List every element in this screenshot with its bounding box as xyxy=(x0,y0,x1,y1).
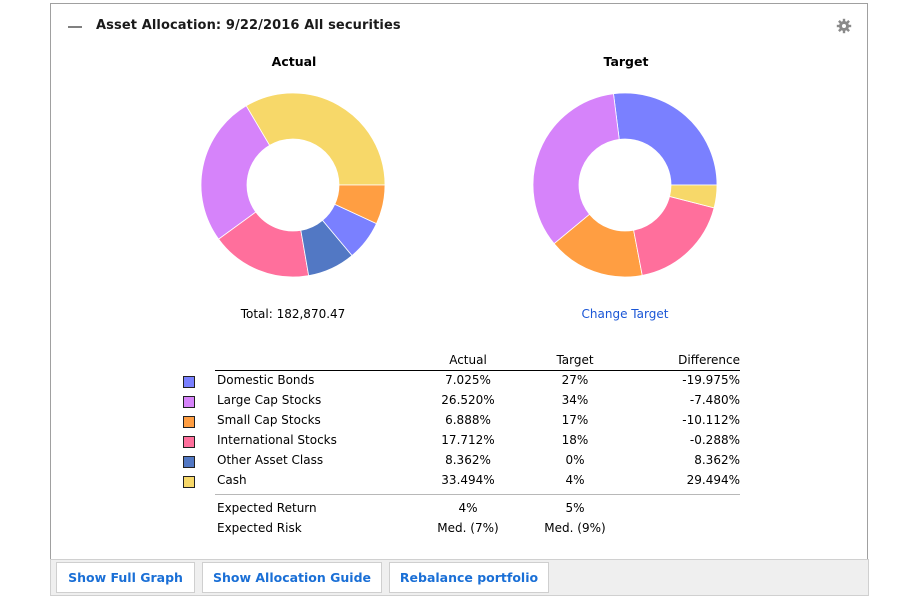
header-divider xyxy=(215,370,740,371)
donut-slice-international-stocks[interactable] xyxy=(633,195,715,276)
legend-swatch xyxy=(183,476,195,488)
change-target-link[interactable]: Change Target xyxy=(555,307,695,321)
summary-label: Expected Return xyxy=(217,501,317,515)
target-value: 18% xyxy=(561,433,589,447)
asset-class-name: Large Cap Stocks xyxy=(217,393,322,407)
actual-value: 8.362% xyxy=(445,453,491,467)
total-value: Total: 182,870.47 xyxy=(240,307,346,321)
legend-swatch xyxy=(183,376,195,388)
target-value: 27% xyxy=(561,373,589,387)
column-header-difference: Difference xyxy=(678,353,740,367)
show-full-graph-button[interactable]: Show Full Graph xyxy=(56,562,195,593)
gear-icon[interactable] xyxy=(836,18,852,34)
summary-actual: Med. (7%) xyxy=(437,521,499,535)
show-allocation-guide-button[interactable]: Show Allocation Guide xyxy=(202,562,382,593)
actual-value: 17.712% xyxy=(441,433,495,447)
allocation-row: Large Cap Stocks 26.520% 34% -7.480% xyxy=(0,392,920,412)
difference-value: -10.112% xyxy=(682,413,740,427)
asset-class-name: Other Asset Class xyxy=(217,453,324,467)
donut-slice-large-cap-stocks[interactable] xyxy=(532,93,620,245)
collapse-icon[interactable] xyxy=(68,26,82,28)
actual-value: 33.494% xyxy=(441,473,495,487)
asset-class-name: International Stocks xyxy=(217,433,337,447)
summary-row: Expected Return 4% 5% xyxy=(0,500,920,520)
asset-class-name: Small Cap Stocks xyxy=(217,413,321,427)
target-donut-chart xyxy=(532,92,718,278)
rebalance-portfolio-button[interactable]: Rebalance portfolio xyxy=(389,562,549,593)
actual-chart-title: Actual xyxy=(271,54,317,69)
summary-divider xyxy=(215,494,740,495)
column-header-actual: Actual xyxy=(449,353,487,367)
asset-class-name: Domestic Bonds xyxy=(217,373,315,387)
allocation-row: Cash 33.494% 4% 29.494% xyxy=(0,472,920,492)
summary-label: Expected Risk xyxy=(217,521,302,535)
legend-swatch xyxy=(183,416,195,428)
target-chart-title: Target xyxy=(603,54,649,69)
actual-donut-chart xyxy=(200,92,386,278)
target-value: 34% xyxy=(561,393,589,407)
panel-title: Asset Allocation: 9/22/2016 All securiti… xyxy=(96,18,401,33)
difference-value: -0.288% xyxy=(689,433,740,447)
legend-swatch xyxy=(183,456,195,468)
target-value: 17% xyxy=(561,413,589,427)
target-value: 0% xyxy=(565,453,585,467)
difference-value: -7.480% xyxy=(689,393,740,407)
target-value: 4% xyxy=(565,473,585,487)
allocation-row: International Stocks 17.712% 18% -0.288% xyxy=(0,432,920,452)
summary-target: 5% xyxy=(565,501,585,515)
actual-value: 7.025% xyxy=(445,373,491,387)
summary-row: Expected Risk Med. (7%) Med. (9%) xyxy=(0,520,920,540)
difference-value: 29.494% xyxy=(686,473,740,487)
allocation-row: Small Cap Stocks 6.888% 17% -10.112% xyxy=(0,412,920,432)
actual-value: 6.888% xyxy=(445,413,491,427)
difference-value: 8.362% xyxy=(694,453,740,467)
actual-value: 26.520% xyxy=(441,393,495,407)
legend-swatch xyxy=(183,396,195,408)
allocation-row: Other Asset Class 8.362% 0% 8.362% xyxy=(0,452,920,472)
donut-slice-domestic-bonds[interactable] xyxy=(613,92,718,186)
summary-target: Med. (9%) xyxy=(544,521,606,535)
difference-value: -19.975% xyxy=(682,373,740,387)
summary-actual: 4% xyxy=(458,501,478,515)
asset-class-name: Cash xyxy=(217,473,247,487)
donut-slice-cash[interactable] xyxy=(245,92,386,186)
allocation-row: Domestic Bonds 7.025% 27% -19.975% xyxy=(0,372,920,392)
column-header-target: Target xyxy=(556,353,594,367)
legend-swatch xyxy=(183,436,195,448)
